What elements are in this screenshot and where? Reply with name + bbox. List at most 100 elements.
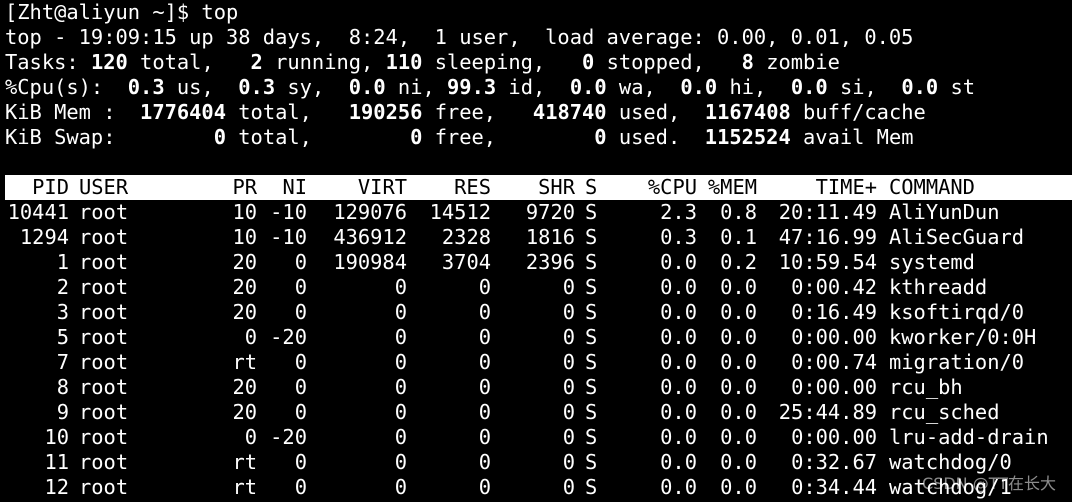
shell-prompt: [Zht@aliyun ~]$ top <box>5 0 239 24</box>
cell-pr: rt <box>232 350 257 374</box>
cell-shr: 0 <box>562 300 575 324</box>
tasks-line: Tasks: 120 total, 2 running, 110 sleepin… <box>5 50 1072 75</box>
summary-value: 2 <box>250 50 263 74</box>
cell-mem: 0.0 <box>720 425 757 449</box>
cell-virt: 0 <box>394 325 407 349</box>
summary-label: KiB Swap: <box>5 125 214 149</box>
cell-ni: -20 <box>270 425 307 449</box>
cell-state: S <box>585 325 598 349</box>
cell-shr: 9720 <box>525 200 575 224</box>
summary-unit: hi, <box>717 75 791 99</box>
cell-pr: 20 <box>232 275 257 299</box>
cell-state: S <box>585 200 598 224</box>
process-row: 5 root 0 -20 0 0 0 S 0.0 0.0 0:00.00 kworker/0:0H <box>5 325 1072 350</box>
process-row: 11 root rt 0 0 0 0 S 0.0 0.0 0:32.67 watchdog/0 <box>5 450 1072 475</box>
cell-cpu: 0.0 <box>660 300 697 324</box>
summary-label: KiB Mem : <box>5 100 141 124</box>
summary-unit: avail Mem <box>790 125 914 149</box>
cell-pid: 5 <box>56 325 69 349</box>
summary-unit: stopped, <box>594 50 742 74</box>
cell-shr: 0 <box>562 400 575 424</box>
cell-state: S <box>585 275 598 299</box>
cell-user: root <box>79 350 129 374</box>
cell-res: 0 <box>478 350 491 374</box>
process-row: 1 root 20 0 190984 3704 2396 S 0.0 0.2 10:59.54 sys… <box>5 250 1072 275</box>
summary-value: 120 <box>90 50 128 74</box>
terminal-window[interactable]: [Zht@aliyun ~]$ top top - 19:09:15 up 38… <box>5 0 1072 500</box>
cell-virt: 0 <box>394 350 407 374</box>
cell-user: root <box>79 400 129 424</box>
process-table-header: PID USER PR NI VIRT RES SHR S %CPU %MEM TIME+ COMMA… <box>5 175 1072 200</box>
summary-value: 0.3 <box>127 75 165 99</box>
summary-unit: ni, <box>385 75 448 99</box>
cell-time: 0:00.74 <box>791 350 877 374</box>
column-header-virt: VIRT <box>357 175 407 199</box>
cell-pr: rt <box>232 475 257 499</box>
cpu-line: %Cpu(s): 0.3 us, 0.3 sy, 0.0 ni, 99.3 id… <box>5 75 1072 100</box>
cell-virt: 0 <box>394 450 407 474</box>
cell-mem: 0.1 <box>720 225 757 249</box>
cell-pr: 10 <box>232 225 257 249</box>
cell-virt: 0 <box>394 425 407 449</box>
cell-cpu: 0.0 <box>660 350 697 374</box>
cell-res: 14512 <box>429 200 491 224</box>
cell-pid: 10441 <box>7 200 69 224</box>
summary-unit: running, <box>262 50 386 74</box>
mem-line: KiB Mem : 1776404 total, 190256 free, 41… <box>5 100 1072 125</box>
summary-unit: sy, <box>275 75 349 99</box>
cell-time: 20:11.49 <box>778 200 877 224</box>
cell-pr: 20 <box>232 250 257 274</box>
cell-state: S <box>585 400 598 424</box>
summary-unit: zombie <box>753 50 840 74</box>
cell-command: ksoftirqd/0 <box>889 300 1025 324</box>
cell-shr: 0 <box>562 350 575 374</box>
column-header-command: COMMAND <box>889 175 975 199</box>
cell-shr: 1816 <box>525 225 575 249</box>
cell-pid: 3 <box>56 300 69 324</box>
summary-unit: used. <box>606 125 705 149</box>
process-row: 3 root 20 0 0 0 0 S 0.0 0.0 0:16.49 ksoftirqd/0 <box>5 300 1072 325</box>
column-header-pid: PID <box>32 175 69 199</box>
column-header-res: RES <box>454 175 491 199</box>
summary-value: 0.3 <box>238 75 276 99</box>
cell-pr: 20 <box>232 375 257 399</box>
cell-ni: 0 <box>294 400 307 424</box>
cell-res: 0 <box>478 375 491 399</box>
cell-state: S <box>585 225 598 249</box>
cell-ni: 0 <box>294 350 307 374</box>
cell-virt: 129076 <box>333 200 407 224</box>
cell-command: AliYunDun <box>889 200 1000 224</box>
cell-time: 0:16.49 <box>791 300 877 324</box>
summary-unit: sleeping, <box>422 50 583 74</box>
cell-mem: 0.0 <box>720 400 757 424</box>
cell-user: root <box>79 475 129 499</box>
summary-unit: buff/cache <box>790 100 926 124</box>
cell-pr: rt <box>232 450 257 474</box>
summary-value: 110 <box>385 50 423 74</box>
column-header-time: TIME+ <box>815 175 877 199</box>
cell-virt: 0 <box>394 375 407 399</box>
cell-time: 10:59.54 <box>778 250 877 274</box>
summary-unit: used, <box>606 100 705 124</box>
summary-value: 0.0 <box>901 75 939 99</box>
process-row: 10441 root 10 -10 129076 14512 9720 S 2.3 0.8 20:1… <box>5 200 1072 225</box>
cell-mem: 0.0 <box>720 475 757 499</box>
cell-state: S <box>585 250 598 274</box>
summary-value: 190256 <box>348 100 423 124</box>
cell-mem: 0.2 <box>720 250 757 274</box>
process-row: 7 root rt 0 0 0 0 S 0.0 0.0 0:00.74 migration/0 <box>5 350 1072 375</box>
summary-unit: id, <box>496 75 570 99</box>
cell-command: kthreadd <box>889 275 988 299</box>
cell-state: S <box>585 450 598 474</box>
process-row: 9 root 20 0 0 0 0 S 0.0 0.0 25:44.89 rcu_sched <box>5 400 1072 425</box>
cell-pid: 1294 <box>19 225 69 249</box>
csdn-watermark: CSDN @TT在长大 <box>922 474 1056 493</box>
cell-command: rcu_sched <box>889 400 1000 424</box>
cell-cpu: 0.0 <box>660 475 697 499</box>
cell-pr: 20 <box>232 400 257 424</box>
process-table: 10441 root 10 -10 129076 14512 9720 S 2.3 0.8 20:1… <box>5 200 1072 500</box>
cell-state: S <box>585 350 598 374</box>
cell-virt: 0 <box>394 300 407 324</box>
summary-label: Tasks: <box>5 50 91 74</box>
